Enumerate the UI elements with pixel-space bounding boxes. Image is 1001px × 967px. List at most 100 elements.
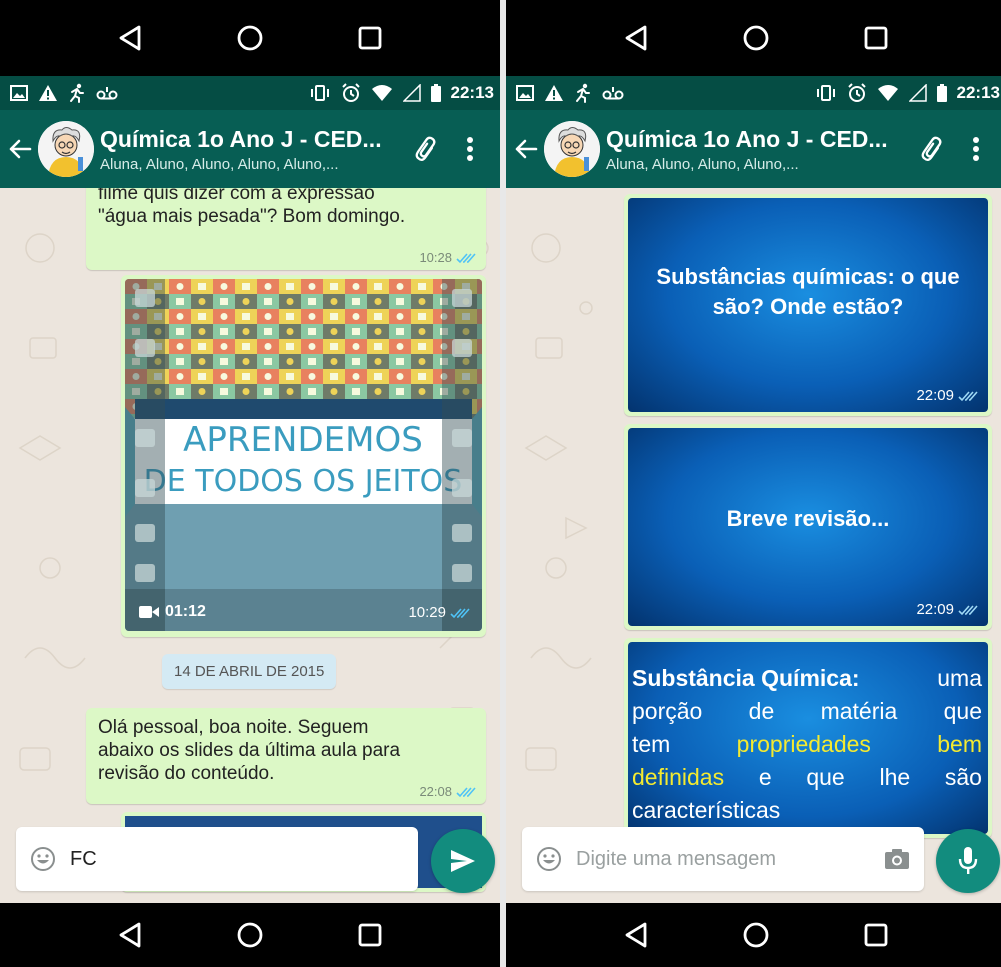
group-members: Aluna, Aluno, Aluno, Aluno,... (606, 155, 799, 173)
back-triangle-icon[interactable] (110, 18, 150, 58)
slide-image[interactable]: Breve revisão... 22:09 (628, 428, 988, 626)
arrow-back-icon[interactable] (8, 129, 34, 169)
message-input[interactable]: FC (16, 827, 418, 891)
battery-icon (430, 84, 441, 102)
image-notification-icon (516, 85, 534, 101)
emoji-icon[interactable] (30, 846, 56, 872)
right-phone-screen: 22:13 Química 1o Ano J - CED... Aluna, A… (506, 0, 1001, 967)
slide-image[interactable]: Substâncias químicas: o que são? Onde es… (628, 198, 988, 412)
chat-area[interactable]: Substâncias químicas: o que são? Onde es… (506, 188, 1001, 903)
paperclip-icon[interactable] (910, 127, 954, 171)
message-meta: 22:09 (916, 601, 978, 618)
voicemail-icon (96, 87, 118, 100)
chat-area[interactable]: filme quis dizer com a expressão "água m… (0, 188, 500, 903)
recents-square-icon[interactable] (350, 915, 390, 955)
message-input[interactable]: Digite uma mensagem (522, 827, 924, 891)
video-time: 10:29 (408, 604, 446, 621)
message-meta: 22:08 (419, 784, 476, 799)
send-icon (451, 850, 475, 872)
video-meta: 10:29 (408, 604, 470, 621)
recents-square-icon[interactable] (350, 18, 390, 58)
more-vert-icon[interactable] (448, 127, 492, 171)
status-time: 22:13 (450, 83, 494, 102)
double-check-icon (450, 607, 470, 618)
status-bar: 22:13 (506, 76, 1001, 110)
chat-header: Química 1o Ano J - CED... Aluna, Aluno, … (506, 110, 1001, 188)
top-navigation-bar (506, 0, 1001, 76)
back-triangle-icon[interactable] (616, 18, 656, 58)
status-bar: 22:13 (0, 76, 500, 110)
camera-icon[interactable] (884, 848, 910, 870)
video-title-line2: DE TODOS OS JEITOS (144, 464, 463, 499)
voicemail-icon (602, 87, 624, 100)
video-camera-icon (139, 606, 159, 618)
voice-message-button[interactable] (936, 829, 1000, 893)
group-members: Aluna, Aluno, Aluno, Aluno, Aluno,... (100, 155, 339, 173)
mic-icon (958, 847, 978, 874)
double-check-icon (958, 604, 978, 615)
message-text: filme quis dizer com a expressão "água m… (98, 188, 406, 227)
home-circle-icon[interactable] (736, 915, 776, 955)
double-check-icon (456, 252, 476, 263)
home-circle-icon[interactable] (230, 18, 270, 58)
message-bubble-outgoing[interactable]: filme quis dizer com a expressão "água m… (86, 188, 486, 270)
warning-icon (39, 85, 57, 101)
double-check-icon (958, 390, 978, 401)
chat-titles[interactable]: Química 1o Ano J - CED... Aluna, Aluno, … (100, 126, 404, 173)
message-time: 10:28 (419, 250, 452, 265)
more-vert-icon[interactable] (954, 127, 998, 171)
bottom-navigation-bar (506, 903, 1001, 967)
message-composer: FC (0, 823, 500, 903)
signal-icon (402, 84, 421, 102)
running-person-icon (576, 83, 590, 103)
chat-titles[interactable]: Química 1o Ano J - CED... Aluna, Aluno, … (606, 126, 910, 173)
video-thumbnail[interactable]: APRENDEMOS DE TODOS OS JEITOS 01:12 10:2… (125, 279, 482, 631)
message-time: 22:09 (916, 601, 954, 618)
message-text: Olá pessoal, boa noite. Seguem abaixo os… (98, 717, 401, 784)
top-navigation-bar (0, 0, 500, 76)
video-message-bubble[interactable]: APRENDEMOS DE TODOS OS JEITOS 01:12 10:2… (121, 275, 486, 637)
double-check-icon (456, 786, 476, 797)
back-triangle-icon[interactable] (110, 915, 150, 955)
recents-square-icon[interactable] (856, 18, 896, 58)
message-bubble-outgoing[interactable]: Olá pessoal, boa noite. Seguem abaixo os… (86, 708, 486, 804)
chat-header: Química 1o Ano J - CED... Aluna, Aluno, … (0, 110, 500, 188)
alarm-icon (847, 83, 866, 102)
arrow-back-icon[interactable] (514, 129, 540, 169)
send-button[interactable] (431, 829, 495, 893)
wifi-icon (371, 85, 392, 101)
emoji-icon[interactable] (536, 846, 562, 872)
slide-title: Breve revisão... (726, 506, 890, 531)
message-composer: Digite uma mensagem (506, 823, 1001, 903)
alarm-icon (341, 83, 360, 102)
image-message-bubble[interactable]: Substâncias químicas: o que são? Onde es… (624, 194, 992, 416)
video-title-line1: APRENDEMOS (183, 420, 423, 460)
left-phone-screen: 22:13 Química 1o Ano J - CED... Aluna, A… (0, 0, 500, 967)
home-circle-icon[interactable] (736, 18, 776, 58)
running-person-icon (70, 83, 84, 103)
slide-body-text: Substância Química: uma porção de matéria qu… (632, 665, 982, 823)
image-notification-icon (10, 85, 28, 101)
group-avatar[interactable] (38, 121, 94, 177)
message-meta: 22:09 (916, 387, 978, 404)
back-triangle-icon[interactable] (616, 915, 656, 955)
message-input-value: FC (70, 847, 97, 870)
group-title: Química 1o Ano J - CED... (100, 125, 382, 152)
warning-icon (545, 85, 563, 101)
message-time: 22:09 (916, 387, 954, 404)
recents-square-icon[interactable] (856, 915, 896, 955)
image-message-bubble[interactable]: Substância Química: uma porção de matéria qu… (624, 638, 992, 838)
slide-title: Substâncias químicas: o que são? Onde es… (656, 264, 960, 319)
image-message-bubble[interactable]: Breve revisão... 22:09 (624, 424, 992, 630)
vibrate-icon (816, 85, 835, 101)
battery-icon (936, 84, 947, 102)
home-circle-icon[interactable] (230, 915, 270, 955)
bottom-navigation-bar (0, 903, 500, 967)
paperclip-icon[interactable] (404, 127, 448, 171)
message-meta: 10:28 (419, 250, 476, 265)
group-avatar[interactable] (544, 121, 600, 177)
date-separator: 14 DE ABRIL DE 2015 (162, 654, 337, 689)
group-title: Química 1o Ano J - CED... (606, 125, 888, 152)
video-duration: 01:12 (139, 603, 206, 621)
slide-image[interactable]: Substância Química: uma porção de matéria qu… (628, 642, 988, 834)
